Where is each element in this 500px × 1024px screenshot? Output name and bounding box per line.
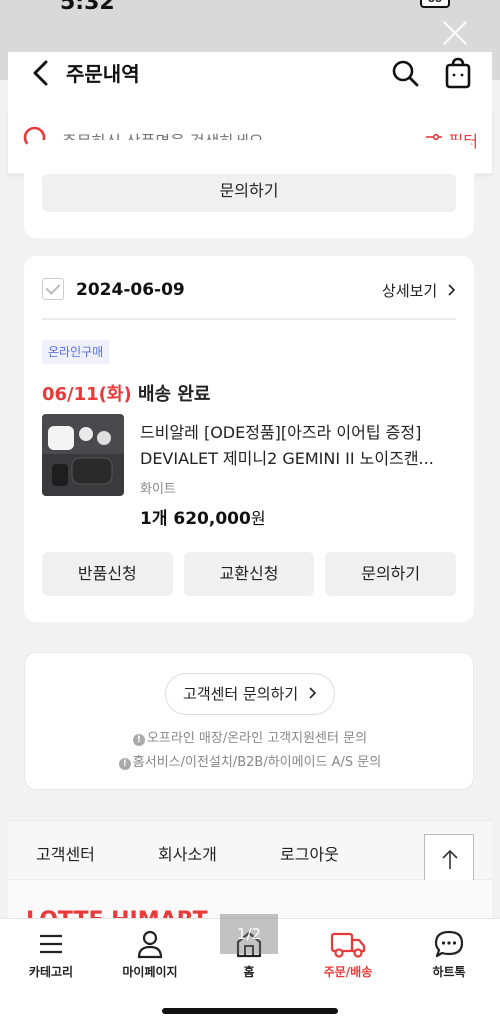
chevron-right-icon [448, 284, 456, 296]
truck-icon [330, 932, 366, 958]
menu-icon [40, 934, 62, 954]
order-detail-link[interactable]: 상세보기 [382, 280, 456, 301]
order-date: 2024-06-09 [76, 280, 185, 300]
product-thumbnail[interactable] [42, 414, 124, 496]
footer-links: 고객센터 회사소개 로그아웃 [8, 820, 492, 880]
arrow-up-icon [442, 849, 458, 869]
inquiry-button[interactable]: 문의하기 [42, 174, 456, 212]
app-header: 주문내역 [8, 52, 492, 108]
chevron-right-icon [309, 687, 317, 699]
divider [42, 318, 456, 320]
nav-category[interactable]: 카테고리 [6, 929, 96, 980]
product-name[interactable]: 드비알레 [ODE정품][아즈라 이어팁 증정] DEVIALET 제미니2 G… [140, 420, 460, 472]
cs-button-label: 고객센터 문의하기 [183, 685, 299, 703]
product-option: 화이트 [140, 482, 176, 497]
page-indicator: 1/2 [220, 914, 278, 954]
person-icon [137, 930, 163, 959]
nav-heart-talk[interactable]: 하트톡 [404, 929, 494, 980]
home-indicator [162, 1008, 338, 1014]
delivery-date: 06/11(화) [42, 384, 132, 405]
currency: 원 [250, 509, 266, 528]
product-name-line1: 드비알레 [ODE정품][아즈라 이어팁 증정] [140, 423, 422, 442]
nav-label: 하트톡 [432, 965, 466, 979]
footer-link-company[interactable]: 회사소개 [158, 841, 217, 865]
nav-label: 주문/배송 [323, 965, 373, 979]
order-action-buttons: 반품신청 교환신청 문의하기 [42, 552, 457, 596]
product-price: 1개 620,000원 [140, 504, 266, 529]
info-icon: ! [118, 758, 131, 770]
nav-mypage[interactable]: 마이페이지 [105, 929, 195, 980]
footer-link-logout[interactable]: 로그아웃 [280, 841, 339, 865]
nav-order-delivery[interactable]: 주문/배송 [303, 929, 393, 980]
battery-icon: 88 [420, 0, 450, 8]
footer-link-customer-center[interactable]: 고객센터 [36, 841, 95, 865]
order-card: 2024-06-09 상세보기 온라인구매 06/11(화) 배송 완료 드비알… [24, 256, 474, 622]
nav-label: 마이페이지 [122, 965, 178, 979]
close-icon[interactable] [442, 20, 468, 46]
delivery-status-text: 배송 완료 [137, 384, 211, 405]
delivery-status: 06/11(화) 배송 완료 [42, 380, 210, 406]
back-arrow-icon[interactable] [30, 60, 52, 86]
customer-center-inquiry-button[interactable]: 고객센터 문의하기 [165, 673, 335, 715]
product-name-line2: DEVIALET 제미니2 GEMINI II 노이즈캔... [140, 449, 434, 468]
shopping-bag-icon[interactable] [442, 56, 474, 90]
info-icon: ! [132, 734, 145, 746]
order-checkbox[interactable] [42, 278, 64, 300]
inquiry-button[interactable]: 문의하기 [325, 552, 457, 596]
nav-label: 홈 [243, 965, 255, 979]
page-title: 주문내역 [66, 62, 140, 86]
purchase-type-badge: 온라인구매 [42, 340, 110, 364]
customer-service-card: 고객센터 문의하기 ! 오프라인 매장/온라인 고객지원센터 문의 ! 홈서비스/이… [24, 652, 474, 790]
nav-label: 카테고리 [28, 965, 74, 979]
previous-order-card: 문의하기 [24, 140, 474, 238]
earbuds-product-image [42, 414, 124, 496]
cs-note-home-service: ! 홈서비스/이전설치/B2B/하이메이드 A/S 문의 [25, 751, 475, 770]
cs-note-offline: ! 오프라인 매장/온라인 고객지원센터 문의 [25, 727, 475, 746]
status-time: 5:32 [60, 0, 115, 15]
cs-note-text: 오프라인 매장/온라인 고객지원센터 문의 [146, 731, 368, 746]
detail-label: 상세보기 [382, 282, 438, 300]
scroll-to-top-button[interactable] [424, 834, 474, 884]
exchange-request-button[interactable]: 교환신청 [183, 552, 315, 596]
search-icon[interactable] [390, 58, 420, 88]
chat-icon [434, 930, 464, 958]
quantity-price: 1개 620,000 [140, 509, 251, 529]
cs-note-text: 홈서비스/이전설치/B2B/하이메이드 A/S 문의 [132, 755, 382, 770]
return-request-button[interactable]: 반품신청 [42, 552, 173, 596]
